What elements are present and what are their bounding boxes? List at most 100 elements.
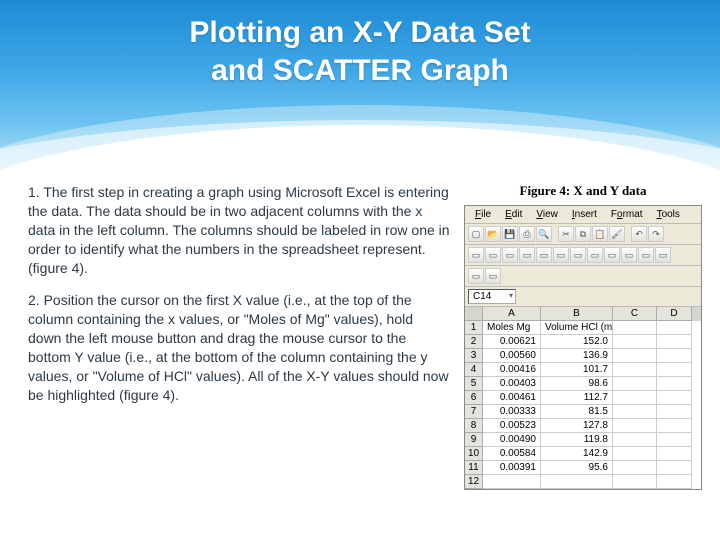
cell[interactable] xyxy=(657,391,692,405)
toolbar-icon[interactable]: ▭ xyxy=(519,247,535,263)
toolbar-icon[interactable]: ▭ xyxy=(502,247,518,263)
cell[interactable] xyxy=(541,475,613,489)
cell[interactable] xyxy=(657,335,692,349)
cell[interactable]: 0.00416 xyxy=(483,363,541,377)
row-header[interactable]: 10 xyxy=(465,447,483,461)
cell[interactable]: Moles Mg xyxy=(483,321,541,335)
format-painter-icon[interactable]: 🖌 xyxy=(609,226,625,242)
new-icon[interactable]: ▢ xyxy=(468,226,484,242)
row-header[interactable]: 1 xyxy=(465,321,483,335)
cell[interactable]: 0.00621 xyxy=(483,335,541,349)
cell[interactable]: Volume HCl (ml) xyxy=(541,321,613,335)
toolbar-icon[interactable]: ▭ xyxy=(604,247,620,263)
toolbar-icon[interactable]: ▭ xyxy=(485,268,501,284)
row-header[interactable]: 7 xyxy=(465,405,483,419)
menu-tools[interactable]: Tools xyxy=(651,208,686,221)
cell[interactable] xyxy=(657,377,692,391)
cell[interactable]: 0.00490 xyxy=(483,433,541,447)
figure-column: Figure 4: X and Y data File Edit View In… xyxy=(464,183,702,530)
cell[interactable] xyxy=(657,363,692,377)
redo-icon[interactable]: ↷ xyxy=(648,226,664,242)
save-icon[interactable]: 💾 xyxy=(502,226,518,242)
cell[interactable]: 0.00560 xyxy=(483,349,541,363)
cell[interactable]: 0.00523 xyxy=(483,419,541,433)
toolbar-icon[interactable]: ▭ xyxy=(553,247,569,263)
cut-icon[interactable]: ✂ xyxy=(558,226,574,242)
toolbar-icon[interactable]: ▭ xyxy=(468,268,484,284)
row-header[interactable]: 3 xyxy=(465,349,483,363)
row-header[interactable]: 4 xyxy=(465,363,483,377)
row-header[interactable]: 9 xyxy=(465,433,483,447)
undo-icon[interactable]: ↶ xyxy=(631,226,647,242)
cell[interactable] xyxy=(613,447,657,461)
cell[interactable] xyxy=(657,419,692,433)
cell[interactable]: 152.0 xyxy=(541,335,613,349)
cell[interactable]: 0.00584 xyxy=(483,447,541,461)
cell[interactable] xyxy=(657,475,692,489)
cell[interactable] xyxy=(657,321,692,335)
cell[interactable] xyxy=(657,447,692,461)
col-header-a[interactable]: A xyxy=(483,307,541,321)
cell[interactable] xyxy=(657,433,692,447)
cell[interactable]: 98.6 xyxy=(541,377,613,391)
toolbar-icon[interactable]: ▭ xyxy=(587,247,603,263)
col-header-d[interactable]: D xyxy=(657,307,692,321)
cell[interactable] xyxy=(613,433,657,447)
toolbar-icon[interactable]: ▭ xyxy=(485,247,501,263)
menu-insert[interactable]: Insert xyxy=(566,208,603,221)
col-header-b[interactable]: B xyxy=(541,307,613,321)
cell[interactable]: 142.9 xyxy=(541,447,613,461)
name-box[interactable]: C14 xyxy=(468,289,516,304)
copy-icon[interactable]: ⧉ xyxy=(575,226,591,242)
cell[interactable]: 0.00391 xyxy=(483,461,541,475)
cell[interactable] xyxy=(483,475,541,489)
cell[interactable]: 0.00461 xyxy=(483,391,541,405)
column-headers: A B C D xyxy=(465,307,701,321)
toolbar-icon[interactable]: ▭ xyxy=(638,247,654,263)
cell[interactable] xyxy=(613,377,657,391)
paste-icon[interactable]: 📋 xyxy=(592,226,608,242)
cell[interactable] xyxy=(613,363,657,377)
cell[interactable]: 136.9 xyxy=(541,349,613,363)
cell[interactable]: 95.6 xyxy=(541,461,613,475)
title-banner: Plotting an X-Y Data Set and SCATTER Gra… xyxy=(0,0,720,175)
cell[interactable]: 119.8 xyxy=(541,433,613,447)
toolbar-icon[interactable]: ▭ xyxy=(536,247,552,263)
cell[interactable]: 0.00403 xyxy=(483,377,541,391)
cell[interactable] xyxy=(613,461,657,475)
cell[interactable] xyxy=(613,321,657,335)
cell[interactable] xyxy=(613,475,657,489)
cell[interactable] xyxy=(613,335,657,349)
preview-icon[interactable]: 🔍 xyxy=(536,226,552,242)
toolbar-icon[interactable]: ▭ xyxy=(570,247,586,263)
row-header[interactable]: 12 xyxy=(465,475,483,489)
toolbar-icon[interactable]: ▭ xyxy=(655,247,671,263)
menu-format[interactable]: Format xyxy=(605,208,649,221)
cell[interactable]: 101.7 xyxy=(541,363,613,377)
menu-edit[interactable]: Edit xyxy=(499,208,528,221)
cell[interactable] xyxy=(657,405,692,419)
row-header[interactable]: 2 xyxy=(465,335,483,349)
cell[interactable]: 112.7 xyxy=(541,391,613,405)
row-header[interactable]: 8 xyxy=(465,419,483,433)
col-header-c[interactable]: C xyxy=(613,307,657,321)
cell[interactable] xyxy=(613,405,657,419)
menu-file[interactable]: File xyxy=(469,208,497,221)
cell[interactable] xyxy=(613,419,657,433)
menu-view[interactable]: View xyxy=(530,208,564,221)
cell[interactable]: 127.8 xyxy=(541,419,613,433)
cell[interactable]: 0.00333 xyxy=(483,405,541,419)
cell[interactable]: 81.5 xyxy=(541,405,613,419)
cell[interactable] xyxy=(613,391,657,405)
cell[interactable] xyxy=(657,349,692,363)
cell[interactable] xyxy=(657,461,692,475)
row-header[interactable]: 11 xyxy=(465,461,483,475)
cell[interactable] xyxy=(613,349,657,363)
row-header[interactable]: 6 xyxy=(465,391,483,405)
print-icon[interactable]: ⎙ xyxy=(519,226,535,242)
toolbar-icon[interactable]: ▭ xyxy=(468,247,484,263)
open-icon[interactable]: 📂 xyxy=(485,226,501,242)
row-header[interactable]: 5 xyxy=(465,377,483,391)
select-all-corner[interactable] xyxy=(465,307,483,321)
toolbar-icon[interactable]: ▭ xyxy=(621,247,637,263)
